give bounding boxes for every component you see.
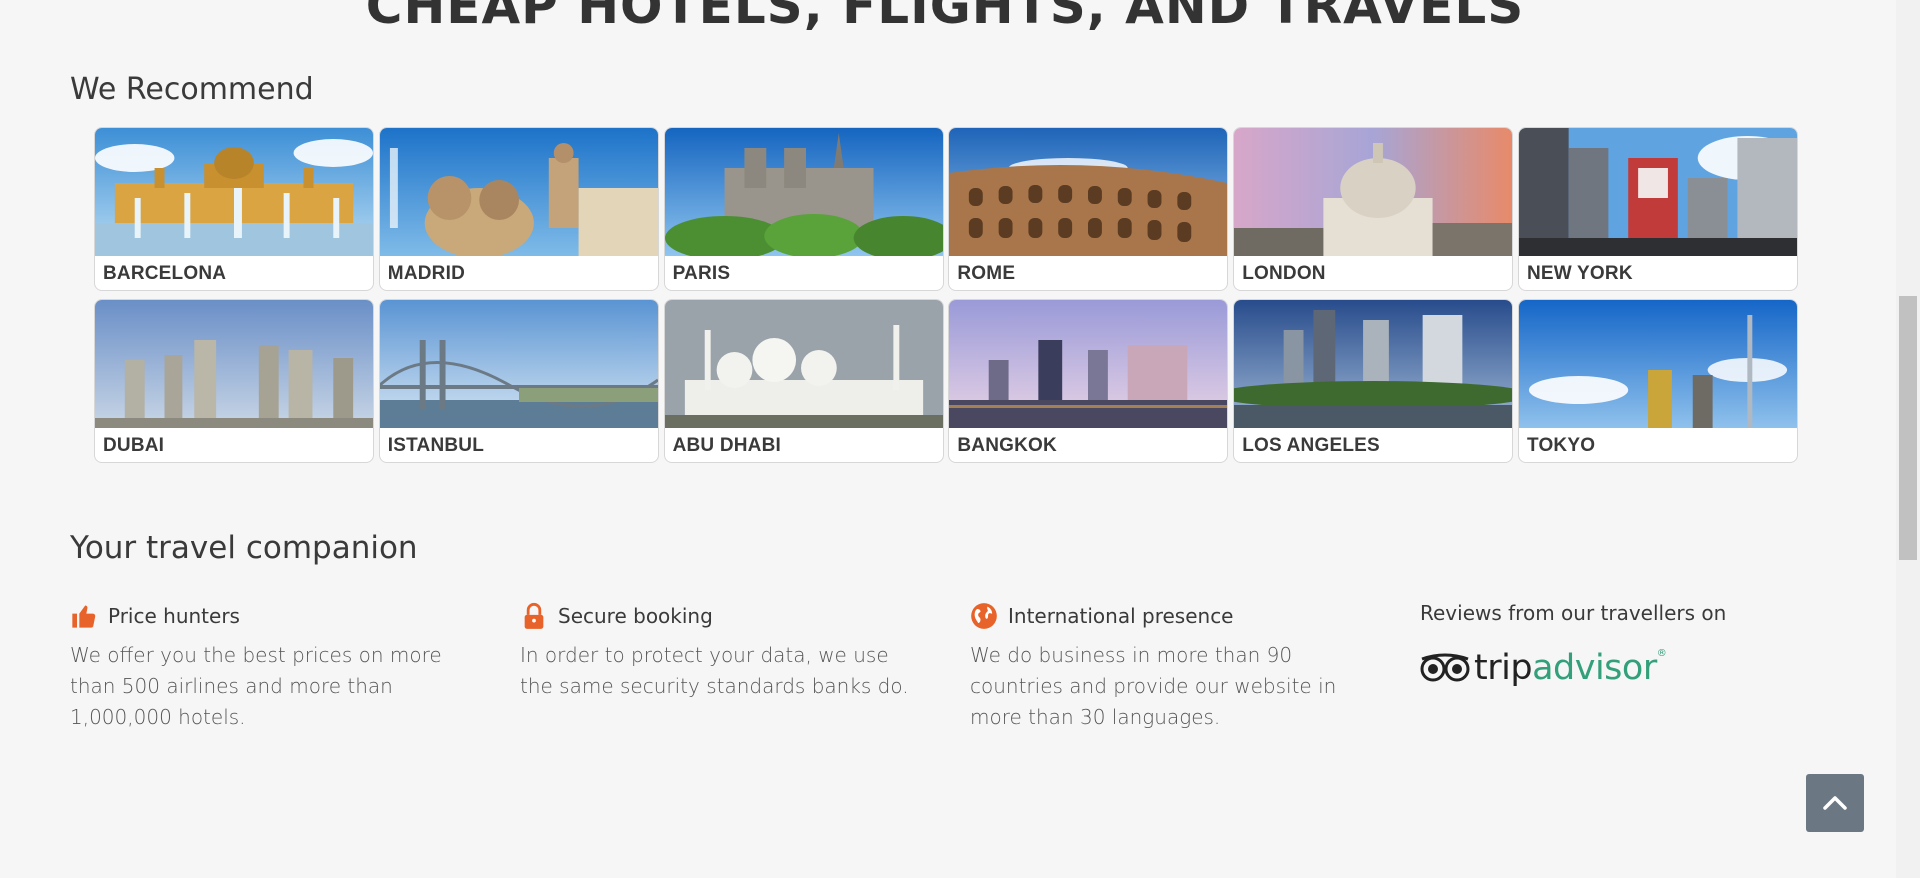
city-card-tokyo[interactable]: TOKYO: [1517, 299, 1798, 463]
city-label: LONDON: [1242, 263, 1326, 284]
city-label: BARCELONA: [103, 263, 227, 284]
city-label: PARIS: [672, 263, 731, 284]
city-card-istanbul[interactable]: ISTANBUL: [378, 299, 659, 463]
city-label: ABU DHABI: [672, 435, 781, 456]
scrollbar-thumb[interactable]: [1899, 296, 1917, 560]
city-card-new-york[interactable]: NEW YORK: [1517, 127, 1798, 291]
feature-title: International presence: [1008, 604, 1234, 628]
city-label: NEW YORK: [1526, 263, 1633, 284]
tripadvisor-wordmark: tripadvisor®: [1474, 648, 1667, 688]
feature-description: In order to protect your data, we use th…: [520, 643, 909, 698]
city-label: BANGKOK: [957, 435, 1057, 456]
city-label: DUBAI: [103, 435, 165, 456]
city-card-abu-dhabi[interactable]: ABU DHABI: [663, 299, 944, 463]
page-scrollbar[interactable]: [1896, 0, 1920, 878]
tokyo-image: [1518, 300, 1797, 428]
city-label: LOS ANGELES: [1242, 435, 1380, 456]
city-label: ROME: [957, 263, 1016, 284]
city-card-bangkok[interactable]: BANGKOK: [948, 299, 1229, 463]
madrid-image: [379, 128, 658, 256]
dubai-image: [95, 300, 373, 428]
tripadvisor-owl-icon: [1420, 653, 1470, 682]
los-angeles-image: [1234, 300, 1513, 428]
feature-title: Secure booking: [558, 604, 713, 628]
city-card-barcelona[interactable]: BARCELONA: [94, 127, 374, 291]
tripadvisor-logo[interactable]: tripadvisor®: [1420, 648, 1780, 688]
feature-price-hunters: Price hunters We offer you the best pric…: [70, 598, 470, 733]
feature-description: We offer you the best prices on more tha…: [70, 643, 442, 729]
feature-title: Price hunters: [108, 604, 240, 628]
istanbul-image: [379, 300, 658, 428]
city-card-los-angeles[interactable]: LOS ANGELES: [1233, 299, 1514, 463]
globe-icon: [970, 602, 998, 630]
recommend-title: We Recommend: [70, 72, 314, 107]
city-grid: BARCELONA MADRID PARIS ROME LONDON NEW Y…: [94, 127, 1798, 463]
london-image: [1234, 128, 1513, 256]
rome-image: [949, 128, 1228, 256]
new-york-image: [1518, 128, 1797, 256]
city-card-paris[interactable]: PARIS: [663, 127, 944, 291]
companion-title: Your travel companion: [70, 530, 418, 566]
barcelona-image: [95, 128, 373, 256]
hero-title: CHEAP HOTELS, FLIGHTS, AND TRAVELS: [365, 0, 1525, 35]
city-label: MADRID: [387, 263, 465, 284]
reviews: Reviews from our travellers on tripadvis…: [1420, 598, 1780, 688]
paris-image: [664, 128, 943, 256]
city-card-london[interactable]: LONDON: [1233, 127, 1514, 291]
city-label: TOKYO: [1526, 435, 1596, 456]
feature-description: We do business in more than 90 countries…: [970, 643, 1337, 729]
reviews-text: Reviews from our travellers on: [1420, 601, 1727, 625]
thumbs-up-icon: [70, 602, 98, 630]
abu-dhabi-image: [664, 300, 943, 428]
feature-international-presence: International presence We do business in…: [970, 598, 1370, 733]
feature-secure-booking: Secure booking In order to protect your …: [520, 598, 920, 702]
lock-icon: [520, 602, 548, 630]
chevron-up-icon: [1823, 796, 1847, 810]
city-card-madrid[interactable]: MADRID: [378, 127, 659, 291]
city-label: ISTANBUL: [387, 435, 485, 456]
city-card-dubai[interactable]: DUBAI: [94, 299, 374, 463]
city-card-rome[interactable]: ROME: [948, 127, 1229, 291]
bangkok-image: [949, 300, 1228, 428]
scroll-to-top-button[interactable]: [1806, 774, 1864, 832]
